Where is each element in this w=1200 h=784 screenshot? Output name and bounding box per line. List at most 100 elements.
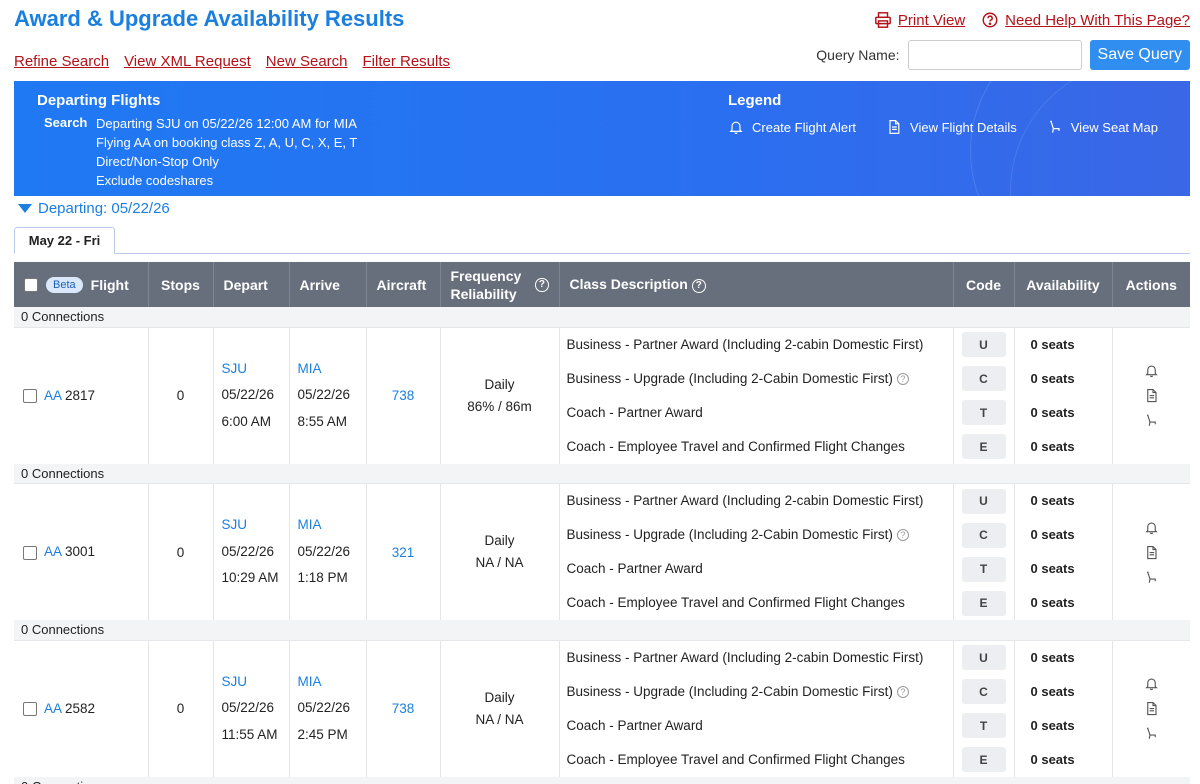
results-table: Beta Flight Stops Depart Arrive Aircraft… bbox=[14, 262, 1190, 784]
new-search-link[interactable]: New Search bbox=[266, 53, 348, 70]
aircraft-link[interactable]: 738 bbox=[366, 640, 441, 777]
depart-airport[interactable]: SJU bbox=[222, 669, 289, 696]
help-circle-icon[interactable]: ? bbox=[896, 685, 909, 698]
tab-divider bbox=[14, 253, 1190, 254]
reliability-value: 86% / 86m bbox=[467, 398, 532, 414]
help-circle-icon[interactable]: ? bbox=[535, 277, 549, 292]
legend-view-details: View Flight Details bbox=[886, 119, 1017, 135]
frequency-value: Daily bbox=[484, 689, 515, 705]
query-area: Query Name: Save Query bbox=[816, 40, 1190, 70]
depart-airport[interactable]: SJU bbox=[222, 512, 289, 539]
flight-checkbox[interactable] bbox=[23, 545, 37, 560]
seat-availability: 0 seats bbox=[1030, 561, 1075, 576]
view-xml-link[interactable]: View XML Request bbox=[124, 53, 251, 70]
action-links: Refine Search View XML Request New Searc… bbox=[14, 53, 450, 70]
query-name-input[interactable] bbox=[907, 40, 1082, 70]
flight-row: AA 2817 0 SJU 05/22/26 6:00 AM MIA 05/22/26… bbox=[14, 327, 1190, 464]
seat-icon[interactable] bbox=[1144, 726, 1159, 741]
flight-cell: AA 3001 bbox=[14, 483, 149, 620]
class-code-badge: E bbox=[961, 434, 1006, 459]
reliability-value: NA / NA bbox=[475, 555, 524, 570]
depart-date: 05/22/26 bbox=[221, 700, 275, 716]
carrier-code[interactable]: AA bbox=[44, 388, 61, 403]
print-view-label: Print View bbox=[897, 11, 966, 29]
class-description: Business - Upgrade (Including 2-Cabin Do… bbox=[560, 675, 953, 709]
legend-seat-map-label: View Seat Map bbox=[1070, 119, 1158, 135]
tab-date[interactable]: May 22 - Fri bbox=[14, 227, 115, 254]
seat-icon[interactable] bbox=[1144, 413, 1159, 428]
seat-availability: 0 seats bbox=[1030, 336, 1075, 352]
carrier-code[interactable]: AA bbox=[44, 701, 61, 716]
class-code: C bbox=[954, 362, 1014, 396]
search-line: Direct/Non-Stop Only bbox=[96, 154, 219, 169]
class-description: Business - Partner Award (Including 2-ca… bbox=[566, 493, 924, 508]
actions-cell bbox=[1112, 484, 1190, 621]
legend-seat-map: View Seat Map bbox=[1047, 119, 1158, 135]
frequency-cell: Daily NA / NA bbox=[440, 640, 560, 777]
help-label: Need Help With This Page? bbox=[1005, 11, 1190, 29]
help-circle-icon[interactable]: ? bbox=[896, 372, 909, 385]
seat-icon[interactable] bbox=[1144, 570, 1159, 585]
refine-search-link[interactable]: Refine Search bbox=[14, 53, 109, 70]
availability-cell: 0 seats 0 seats 0 seats 0 seats bbox=[1014, 640, 1113, 777]
help-circle-icon[interactable]: ? bbox=[896, 529, 909, 542]
document-icon[interactable] bbox=[1144, 701, 1159, 716]
reliability-value: NA / NA bbox=[475, 711, 524, 727]
depart-date: 05/22/26 bbox=[221, 543, 275, 559]
class-description: Business - Partner Award (Including 2-ca… bbox=[566, 336, 924, 352]
stops-value: 0 bbox=[148, 327, 214, 464]
aircraft-link[interactable]: 738 bbox=[366, 327, 441, 464]
seat-availability: 0 seats bbox=[1030, 751, 1075, 767]
flight-checkbox[interactable] bbox=[23, 702, 37, 717]
header-aircraft: Aircraft bbox=[366, 262, 441, 307]
seat-availability: 0 seats bbox=[1030, 438, 1075, 454]
flight-checkbox[interactable] bbox=[23, 389, 37, 404]
stops-value: 0 bbox=[148, 483, 214, 620]
save-query-button[interactable]: Save Query bbox=[1089, 40, 1190, 70]
seat-availability: 0 seats bbox=[1030, 527, 1075, 542]
class-code-badge: C bbox=[961, 679, 1006, 704]
availability-cell: 0 seats 0 seats 0 seats 0 seats bbox=[1014, 483, 1113, 620]
actions-cell bbox=[1112, 640, 1190, 777]
flight-number: 2817 bbox=[65, 387, 96, 403]
class-code: C bbox=[954, 675, 1014, 709]
header-class: Class Description? bbox=[559, 262, 954, 307]
class-description: Coach - Partner Award bbox=[566, 404, 703, 420]
bell-icon[interactable] bbox=[1144, 520, 1159, 535]
document-icon bbox=[889, 120, 900, 134]
select-all-checkbox[interactable] bbox=[24, 277, 38, 292]
document-icon[interactable] bbox=[1144, 545, 1159, 560]
class-description: Coach - Partner Award bbox=[566, 561, 703, 576]
help-circle-icon bbox=[982, 12, 998, 28]
arrive-airport[interactable]: MIA bbox=[298, 669, 366, 696]
document-icon[interactable] bbox=[1144, 388, 1159, 403]
help-link[interactable]: Need Help With This Page? bbox=[981, 11, 1190, 29]
header-availability: Availability bbox=[1014, 262, 1113, 307]
bell-icon[interactable] bbox=[1144, 363, 1159, 378]
connections-row: 0 Connections bbox=[14, 463, 1190, 484]
carrier-code[interactable]: AA bbox=[44, 544, 61, 559]
help-circle-icon[interactable]: ? bbox=[691, 278, 706, 293]
header-flight: Beta Flight bbox=[14, 262, 149, 307]
flight-cell: AA 2817 bbox=[14, 327, 149, 464]
class-cell: Business - Partner Award (Including 2-ca… bbox=[559, 483, 954, 620]
class-code-badge: U bbox=[961, 488, 1006, 514]
connections-label: 0 Connections bbox=[14, 620, 1190, 641]
print-view-link[interactable]: Print View bbox=[874, 11, 965, 29]
arrive-airport[interactable]: MIA bbox=[298, 512, 366, 539]
connections-row: 0 Connections bbox=[14, 620, 1190, 641]
connections-label: 0 Connections bbox=[14, 307, 1190, 328]
filter-results-link[interactable]: Filter Results bbox=[363, 53, 451, 70]
depart-airport[interactable]: SJU bbox=[222, 356, 289, 383]
header-code: Code bbox=[953, 262, 1015, 307]
class-code: U bbox=[954, 328, 1014, 362]
bell-icon[interactable] bbox=[1144, 676, 1159, 691]
aircraft-link[interactable]: 321 bbox=[366, 483, 441, 620]
arrive-cell: MIA 05/22/26 8:55 AM bbox=[289, 327, 367, 464]
arrive-airport[interactable]: MIA bbox=[298, 356, 366, 383]
seat-availability: 0 seats bbox=[1030, 493, 1075, 508]
class-cell: Business - Partner Award (Including 2-ca… bbox=[559, 327, 954, 464]
departing-toggle[interactable]: Departing: 05/22/26 bbox=[18, 200, 170, 217]
code-cell: UCTE bbox=[953, 640, 1015, 777]
seat-availability: 0 seats bbox=[1030, 595, 1075, 610]
